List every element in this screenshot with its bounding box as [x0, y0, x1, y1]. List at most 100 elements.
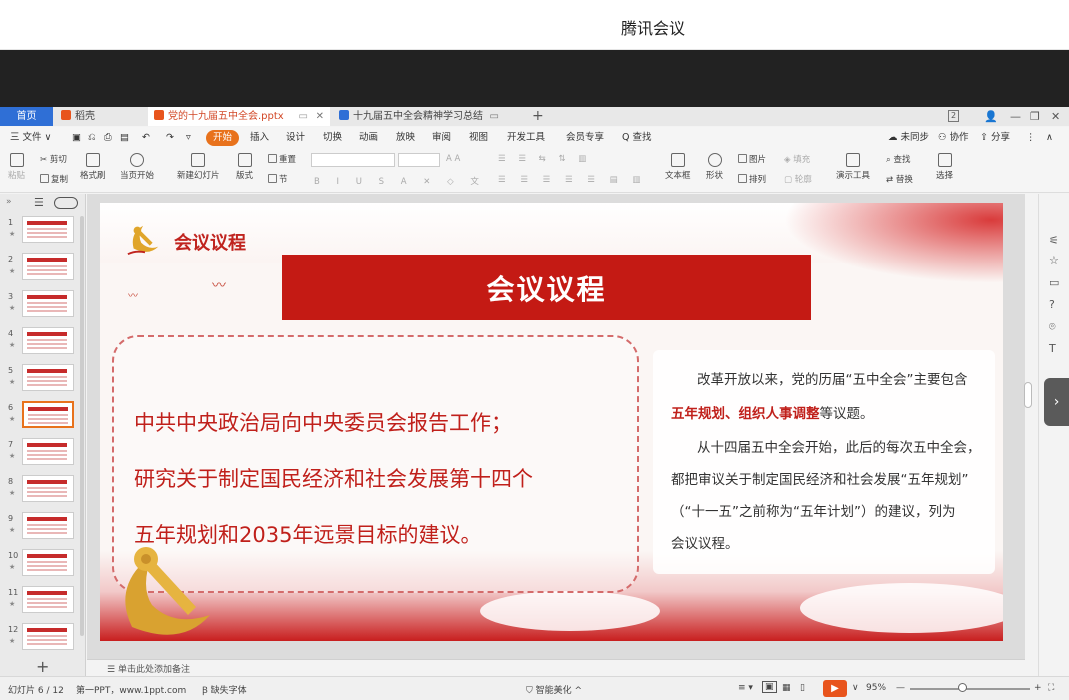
- star-icon[interactable]: ☆: [1049, 254, 1059, 267]
- save-icon[interactable]: ▣: [72, 130, 81, 146]
- slide-thumbnail[interactable]: [22, 438, 74, 465]
- reading-view-icon[interactable]: ▯: [800, 683, 805, 693]
- thumbnail-scrollbar[interactable]: [80, 216, 84, 636]
- menu-home[interactable]: 开始: [206, 130, 240, 146]
- slide-thumbnail[interactable]: [22, 290, 74, 317]
- adjust-icon[interactable]: ⚟: [1049, 234, 1059, 247]
- menu-review[interactable]: 审阅: [432, 130, 451, 146]
- collaborate-button[interactable]: ⚇ 协作: [938, 130, 969, 146]
- comment-icon[interactable]: ▭: [1049, 276, 1059, 289]
- close-icon[interactable]: ✕: [316, 107, 324, 126]
- fit-window-icon[interactable]: ⛶: [1048, 683, 1054, 693]
- slide-thumbnail[interactable]: [22, 512, 74, 539]
- slide-sorter-icon[interactable]: ▦: [782, 683, 791, 693]
- layout-button[interactable]: 版式: [236, 153, 253, 181]
- arrange-button[interactable]: 排列: [738, 173, 766, 185]
- slide-thumbnail[interactable]: [22, 586, 74, 613]
- paragraph-icons[interactable]: ☰ ☰ ⇆ ⇅ ▥: [498, 154, 591, 164]
- help-icon[interactable]: ?: [1049, 298, 1055, 311]
- text-box-button[interactable]: 文本框: [665, 153, 691, 181]
- menu-developer[interactable]: 开发工具: [507, 130, 545, 146]
- slide-thumbnail[interactable]: [22, 327, 74, 354]
- window-count-badge[interactable]: 2: [948, 110, 960, 122]
- notes-bar[interactable]: ☰ 单击此处添加备注: [87, 659, 1025, 676]
- zoom-in-icon[interactable]: +: [1034, 683, 1042, 693]
- outline-view-icon[interactable]: ☰: [34, 196, 44, 209]
- find-button[interactable]: ⌕ 查找: [886, 153, 910, 165]
- tab-word-document[interactable]: 十九届五中全会精神学习总结 ▭: [333, 107, 523, 126]
- menu-view[interactable]: 视图: [469, 130, 488, 146]
- notes-placeholder[interactable]: ☰ 单击此处添加备注: [107, 662, 190, 675]
- slide-canvas[interactable]: 会议议程 〰 〰 会议议程 中共中央政治局向中央委员会报告工作； 研究关于制定国…: [100, 203, 1003, 641]
- menu-insert[interactable]: 插入: [250, 130, 269, 146]
- start-current-button[interactable]: 当页开始: [120, 153, 154, 181]
- tab-ppt-document[interactable]: 党的十九届五中全会.pptx ▭ ✕: [148, 107, 330, 126]
- menu-design[interactable]: 设计: [286, 130, 305, 146]
- slide-thumbnail[interactable]: [22, 475, 74, 502]
- menu-slideshow[interactable]: 放映: [396, 130, 415, 146]
- picture-button[interactable]: 图片: [738, 153, 766, 165]
- expand-side-panel-icon[interactable]: ›: [1044, 378, 1069, 426]
- tab-pin-icon[interactable]: ▭: [490, 107, 499, 126]
- replace-button[interactable]: ⇄ 替换: [886, 173, 913, 185]
- missing-font-button[interactable]: Ꞵ 缺失字体: [202, 683, 247, 696]
- print-preview-icon[interactable]: ▤: [120, 130, 129, 146]
- outline-button[interactable]: ▢ 轮廓: [784, 173, 812, 185]
- menu-animation[interactable]: 动画: [359, 130, 378, 146]
- location-icon[interactable]: ⌾: [1049, 320, 1056, 334]
- slide-thumbnail[interactable]: [22, 623, 74, 650]
- new-slide-button[interactable]: 新建幻灯片: [177, 153, 220, 181]
- slide-thumbnail[interactable]: [22, 401, 74, 428]
- search-command[interactable]: Q 查找: [622, 130, 652, 146]
- minimize-icon[interactable]: —: [1010, 107, 1021, 126]
- more-icon[interactable]: ⋮: [1026, 130, 1036, 146]
- reset-button[interactable]: 重置: [268, 153, 296, 165]
- tab-pin-icon[interactable]: ▭: [299, 107, 308, 126]
- restore-icon[interactable]: ❐: [1030, 107, 1040, 126]
- slide-title[interactable]: 会议议程: [282, 268, 811, 308]
- align-icons[interactable]: ☰ ☰ ☰ ☰ ☰ ▤ ▥: [498, 175, 646, 185]
- paste-button[interactable]: 粘贴: [8, 153, 25, 181]
- slide-thumbnail[interactable]: [22, 216, 74, 243]
- share-button[interactable]: ⇪ 分享: [980, 130, 1010, 146]
- collapse-panel-icon[interactable]: »: [6, 197, 12, 207]
- file-menu[interactable]: 三 文件 ∨: [10, 130, 52, 146]
- cut-button[interactable]: ✂ 剪切: [40, 153, 67, 165]
- fill-button[interactable]: ◈ 填充: [784, 153, 810, 165]
- slide-thumbnail[interactable]: [22, 364, 74, 391]
- tab-docer[interactable]: 稻壳: [55, 107, 145, 126]
- new-tab-button[interactable]: +: [532, 107, 544, 125]
- shape-button[interactable]: 形状: [706, 153, 723, 181]
- notes-toggle-icon[interactable]: ≡ ▾: [738, 683, 753, 693]
- format-painter-button[interactable]: 格式刷: [80, 153, 106, 181]
- customize-icon[interactable]: ▿: [186, 130, 191, 146]
- select-button[interactable]: 选择: [936, 153, 953, 181]
- redo-icon[interactable]: ↷: [166, 130, 174, 146]
- slideshow-options-icon[interactable]: ∨: [852, 683, 859, 693]
- normal-view-icon[interactable]: ▣: [762, 681, 777, 693]
- account-icon[interactable]: 👤: [984, 107, 998, 126]
- undo-icon[interactable]: ↶: [142, 130, 150, 146]
- zoom-slider-knob[interactable]: [958, 683, 967, 692]
- zoom-slider-track[interactable]: [910, 688, 1030, 690]
- copy-button[interactable]: 复制: [40, 173, 68, 185]
- undo-history-icon[interactable]: ⎌: [88, 130, 96, 146]
- tab-home[interactable]: 首页: [0, 107, 53, 126]
- print-icon[interactable]: ⎙: [104, 130, 112, 146]
- zoom-level[interactable]: 95%: [866, 683, 886, 693]
- explanation-text-box[interactable]: 改革开放以来，党的历届“五中全会”主要包含 五年规划、组织人事调整等议题。 从十…: [653, 350, 995, 574]
- font-style-icons[interactable]: B I U S A ✕ ◇ 文: [314, 175, 486, 187]
- font-name-input[interactable]: [311, 153, 395, 167]
- smart-beautify-button[interactable]: ⛉ 智能美化 ^: [526, 683, 582, 696]
- font-grow-icon[interactable]: A A: [446, 154, 460, 164]
- thumbnail-view-icon[interactable]: [54, 197, 78, 209]
- text-icon[interactable]: T: [1049, 342, 1056, 355]
- menu-transition[interactable]: 切换: [323, 130, 342, 146]
- menu-member[interactable]: 会员专享: [566, 130, 604, 146]
- zoom-out-icon[interactable]: —: [896, 683, 905, 693]
- collapse-ribbon-icon[interactable]: ∧: [1046, 130, 1053, 146]
- section-button[interactable]: 节: [268, 173, 288, 185]
- present-tools-button[interactable]: 演示工具: [836, 153, 870, 181]
- add-slide-icon[interactable]: +: [36, 657, 49, 676]
- slide-thumbnail[interactable]: [22, 253, 74, 280]
